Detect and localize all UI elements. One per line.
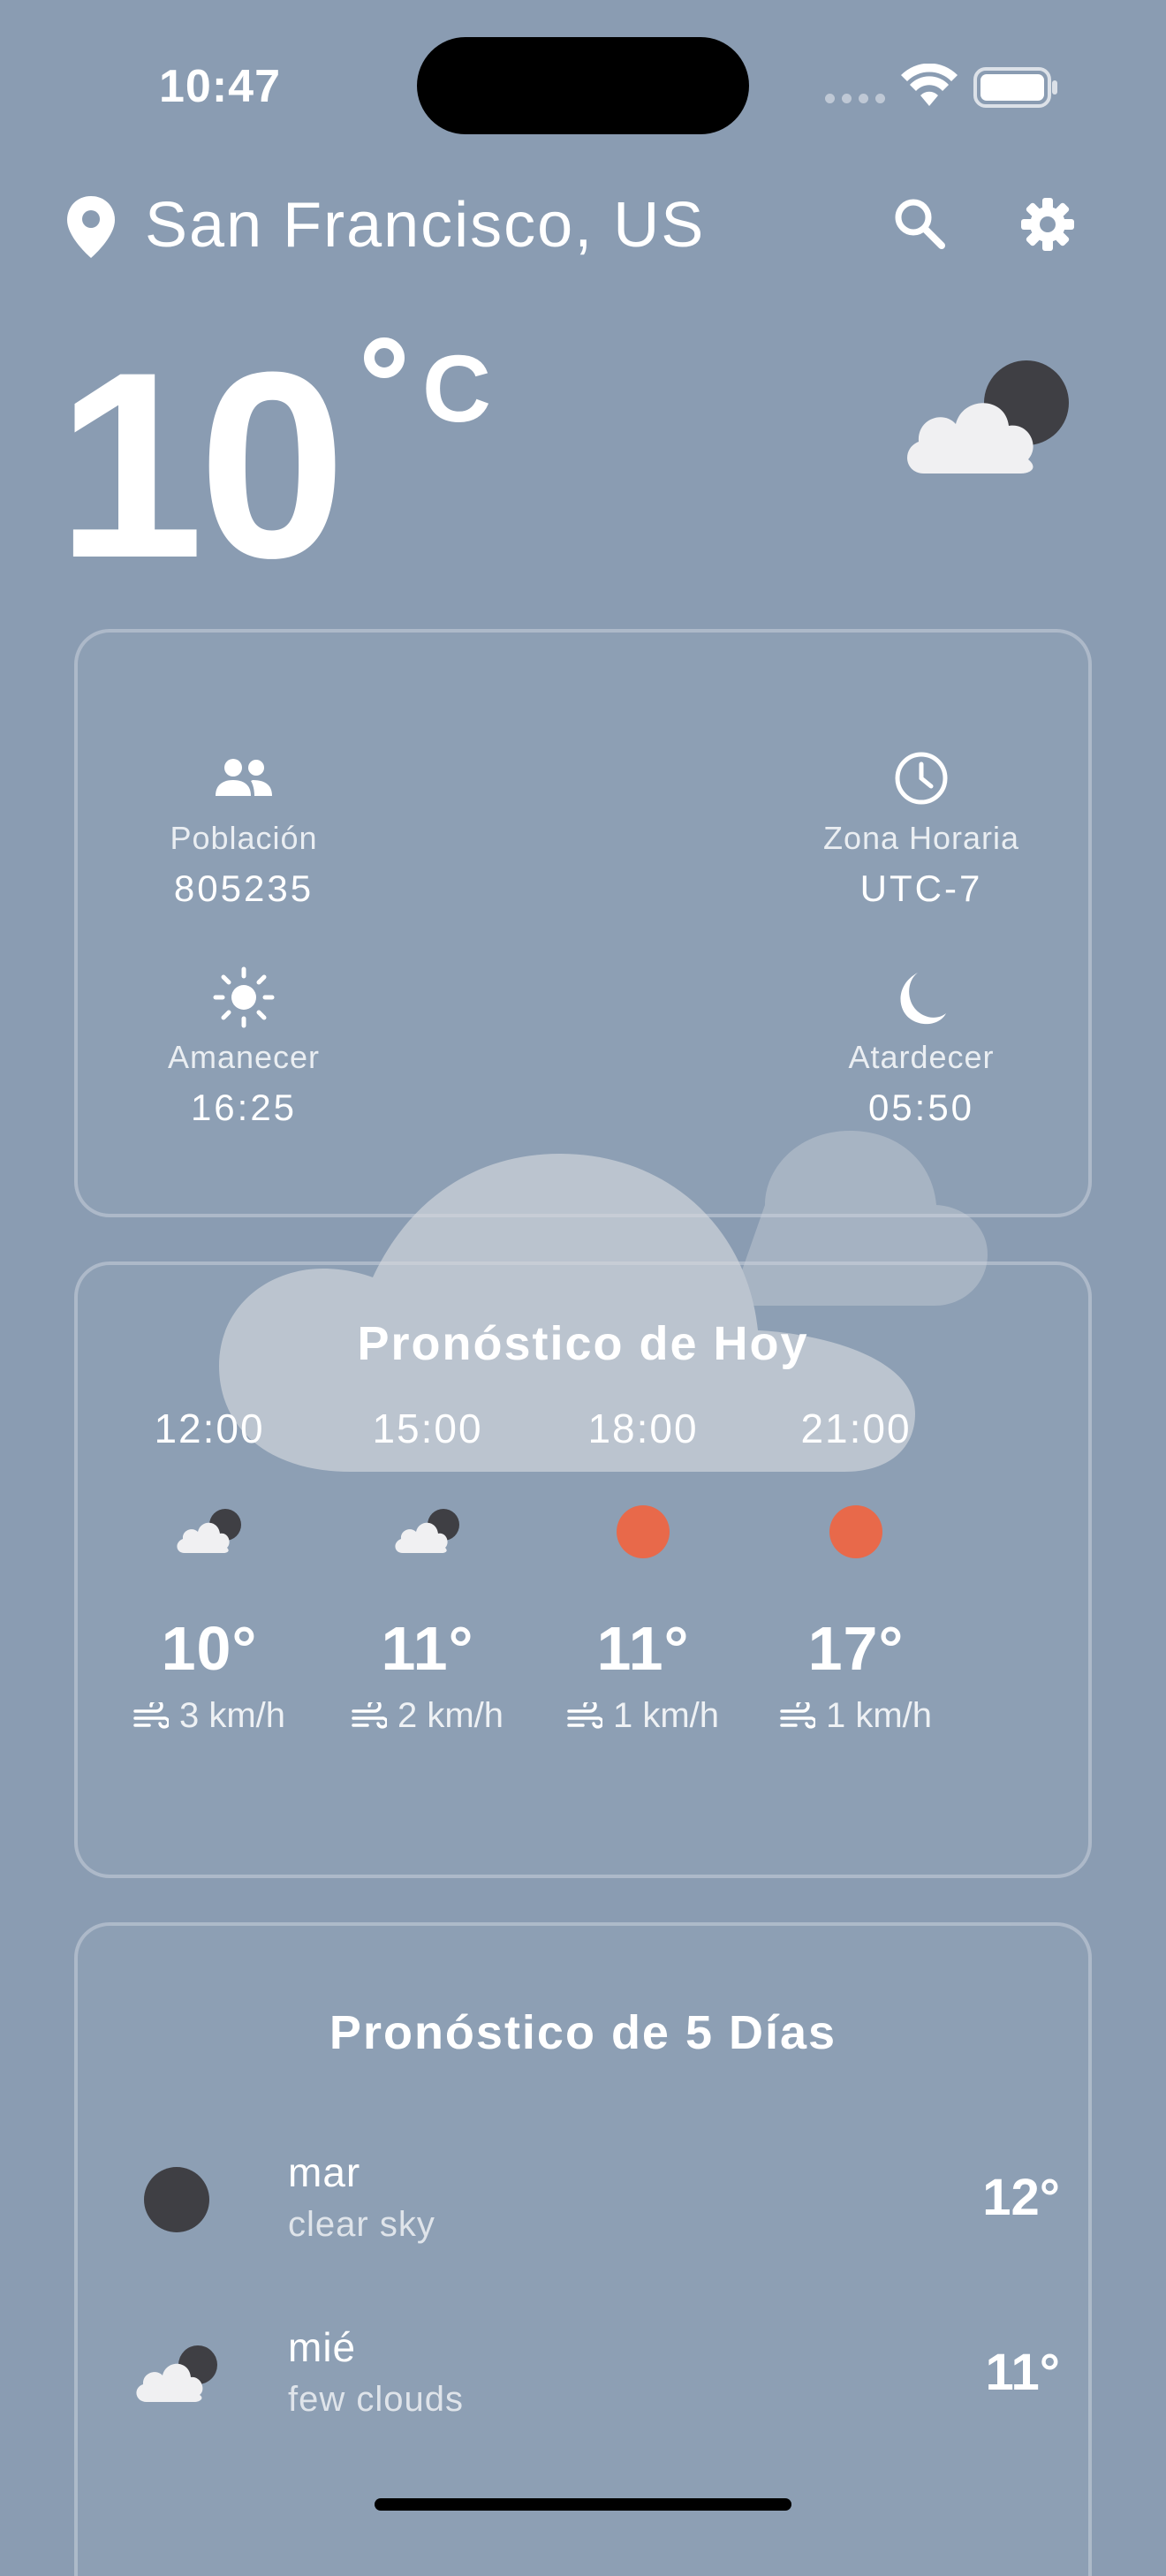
cloud-moon-icon xyxy=(136,2345,217,2402)
five-day-forecast-title: Pronóstico de 5 Días xyxy=(329,2006,837,2059)
degree-symbol xyxy=(364,337,405,378)
day-forecast-row[interactable]: mié few clouds 11° xyxy=(124,2323,1060,2456)
timezone-value: UTC-7 xyxy=(859,868,983,909)
people-icon xyxy=(216,759,272,796)
wind-icon xyxy=(352,1701,387,1729)
hour-time: 18:00 xyxy=(587,1405,699,1451)
hour-time: 15:00 xyxy=(372,1405,483,1451)
hour-wind-speed: 1 km/h xyxy=(825,1696,933,1735)
hour-temperature: 10° xyxy=(161,1614,258,1683)
cellular-signal-icon xyxy=(825,94,885,103)
hour-time: 12:00 xyxy=(154,1405,265,1451)
moon-dot-icon xyxy=(144,2167,209,2232)
hour-temperature: 11° xyxy=(381,1614,474,1683)
wifi-icon xyxy=(901,64,958,106)
search-button[interactable] xyxy=(892,196,947,251)
timezone-stat: Zona Horaria UTC-7 xyxy=(789,747,1054,910)
cloud-moon-icon xyxy=(907,360,1069,474)
population-value: 805235 xyxy=(173,868,314,909)
day-description: few clouds xyxy=(288,2380,464,2419)
hour-forecast-item: 18:00 11° 1 km/h xyxy=(537,1405,749,1736)
day-description: clear sky xyxy=(288,2205,435,2244)
location-pin-icon xyxy=(67,196,115,258)
day-name: mié xyxy=(288,2324,357,2370)
battery-icon xyxy=(973,67,1057,108)
hour-wind-speed: 1 km/h xyxy=(612,1696,720,1735)
status-time: 10:47 xyxy=(159,61,281,112)
settings-gear-button[interactable] xyxy=(1019,196,1076,253)
day-temperature: 11° xyxy=(985,2344,1060,2401)
today-forecast-title: Pronóstico de Hoy xyxy=(357,1317,809,1370)
city-name: San Francisco, US xyxy=(145,190,706,261)
timezone-label: Zona Horaria xyxy=(822,820,1020,856)
hour-forecast-item: 15:00 11° 2 km/h xyxy=(322,1405,534,1736)
clock-icon xyxy=(895,752,948,805)
current-temperature: 10 xyxy=(57,316,346,613)
population-label: Población xyxy=(170,820,318,856)
hour-temperature: 11° xyxy=(596,1614,690,1683)
temperature-unit: C xyxy=(422,335,491,442)
day-name: mar xyxy=(288,2149,361,2195)
day-temperature: 12° xyxy=(982,2169,1060,2226)
wind-icon xyxy=(780,1701,815,1729)
wind-icon xyxy=(133,1701,169,1729)
wind-icon xyxy=(567,1701,602,1729)
hour-time: 21:00 xyxy=(800,1405,912,1451)
home-indicator[interactable] xyxy=(375,2498,791,2511)
sun-dot-icon xyxy=(829,1505,882,1558)
day-forecast-row[interactable]: mar clear sky 12° xyxy=(124,2148,1060,2281)
hour-forecast-item: 21:00 17° 1 km/h xyxy=(750,1405,962,1736)
population-stat: Población 805235 xyxy=(111,747,376,910)
hour-wind-speed: 3 km/h xyxy=(178,1696,286,1735)
cloud-moon-icon xyxy=(177,1509,241,1553)
dynamic-island xyxy=(417,37,749,134)
hour-forecast-item: 12:00 10° 3 km/h xyxy=(103,1405,315,1736)
cloud-moon-icon xyxy=(395,1509,459,1553)
hour-wind-speed: 2 km/h xyxy=(397,1696,504,1735)
hour-temperature: 17° xyxy=(807,1614,905,1683)
sun-dot-icon xyxy=(617,1505,670,1558)
